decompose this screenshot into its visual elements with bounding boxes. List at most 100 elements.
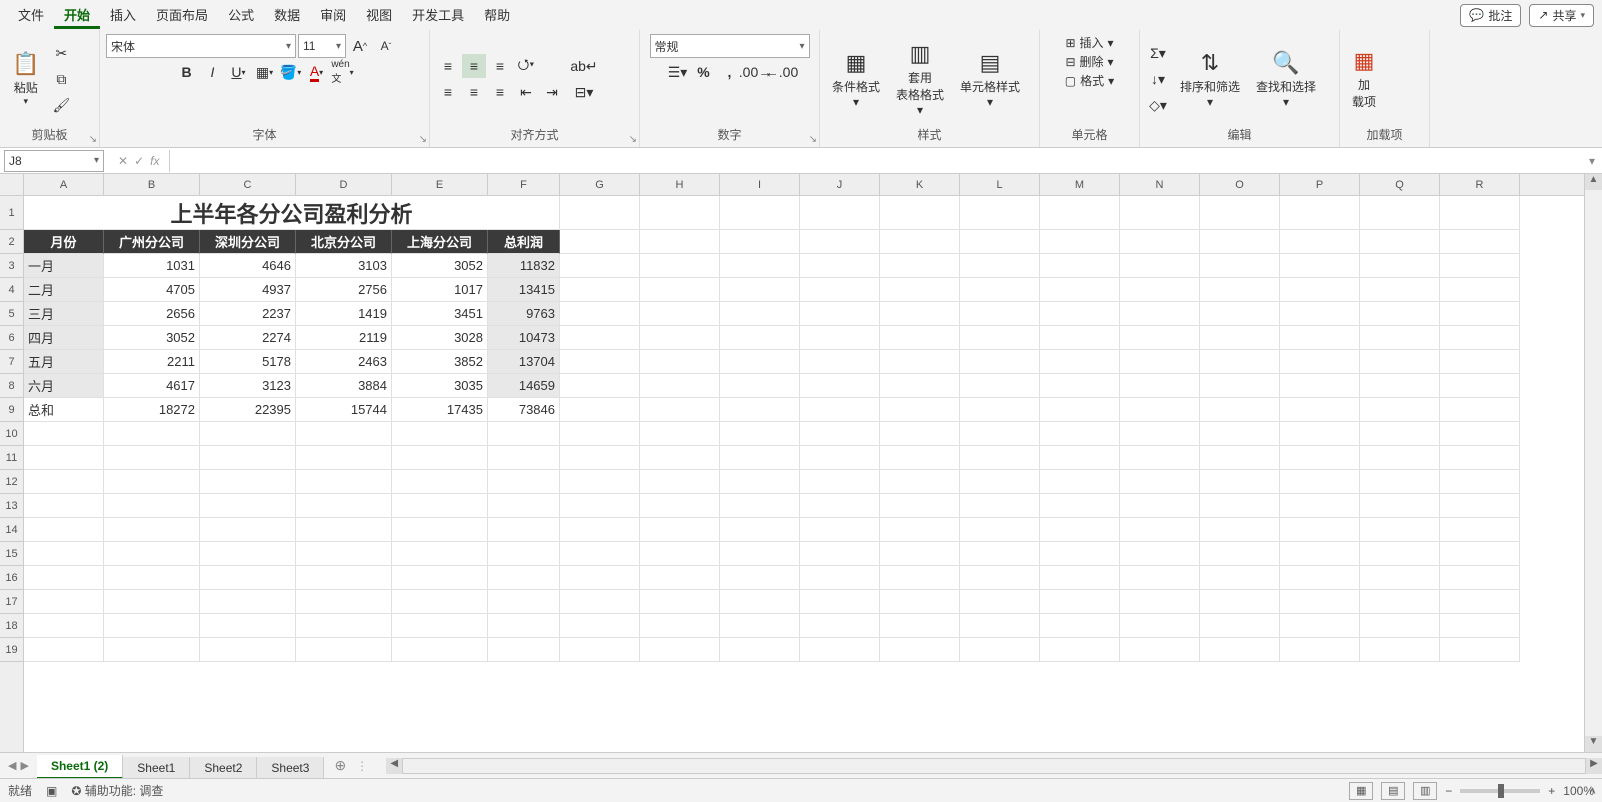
cell[interactable] xyxy=(640,350,720,374)
cell[interactable] xyxy=(560,614,640,638)
cell[interactable] xyxy=(640,470,720,494)
cell[interactable] xyxy=(1120,374,1200,398)
cell[interactable] xyxy=(24,446,104,470)
cell[interactable] xyxy=(1120,518,1200,542)
cell[interactable] xyxy=(720,518,800,542)
menu-数据[interactable]: 数据 xyxy=(264,1,310,29)
cell[interactable] xyxy=(880,196,960,230)
cell[interactable] xyxy=(880,566,960,590)
cell[interactable] xyxy=(392,422,488,446)
scroll-down-icon[interactable]: ▼ xyxy=(1585,736,1602,752)
merge-button[interactable]: ⊟▾ xyxy=(568,80,600,104)
menu-公式[interactable]: 公式 xyxy=(218,1,264,29)
cell[interactable] xyxy=(560,302,640,326)
row-header-13[interactable]: 13 xyxy=(0,494,23,518)
month-cell[interactable]: 总和 xyxy=(24,398,104,422)
cell[interactable] xyxy=(720,350,800,374)
cell[interactable] xyxy=(560,542,640,566)
cell[interactable] xyxy=(296,614,392,638)
cell[interactable] xyxy=(104,590,200,614)
menu-页面布局[interactable]: 页面布局 xyxy=(146,1,218,29)
cell[interactable] xyxy=(1280,494,1360,518)
cell[interactable] xyxy=(560,374,640,398)
cell[interactable] xyxy=(560,590,640,614)
sheet-tab[interactable]: Sheet3 xyxy=(257,757,324,779)
cell[interactable] xyxy=(960,254,1040,278)
row-header-6[interactable]: 6 xyxy=(0,326,23,350)
zoom-in-button[interactable]: + xyxy=(1548,784,1555,798)
cell[interactable] xyxy=(800,422,880,446)
cell[interactable] xyxy=(640,196,720,230)
cell[interactable] xyxy=(488,590,560,614)
cell[interactable] xyxy=(1040,196,1120,230)
cell[interactable] xyxy=(24,590,104,614)
cell[interactable] xyxy=(720,302,800,326)
cell[interactable] xyxy=(560,254,640,278)
cell[interactable] xyxy=(1200,542,1280,566)
cell[interactable] xyxy=(1360,398,1440,422)
menu-文件[interactable]: 文件 xyxy=(8,1,54,29)
cell[interactable] xyxy=(296,518,392,542)
cell[interactable] xyxy=(720,326,800,350)
increase-font-button[interactable]: A^ xyxy=(348,34,372,58)
cell[interactable] xyxy=(880,374,960,398)
data-cell[interactable]: 3123 xyxy=(200,374,296,398)
cell[interactable] xyxy=(1280,638,1360,662)
wrap-text-button[interactable]: ab↵ xyxy=(568,54,600,78)
col-header-Q[interactable]: Q xyxy=(1360,174,1440,195)
cell[interactable] xyxy=(1120,638,1200,662)
month-cell[interactable]: 六月 xyxy=(24,374,104,398)
cell[interactable] xyxy=(1040,326,1120,350)
cell[interactable] xyxy=(392,446,488,470)
cell[interactable] xyxy=(200,422,296,446)
normal-view-button[interactable]: ▦ xyxy=(1349,782,1373,800)
cell[interactable] xyxy=(1440,590,1520,614)
table-header[interactable]: 月份 xyxy=(24,230,104,254)
data-cell[interactable]: 2211 xyxy=(104,350,200,374)
data-cell[interactable]: 10473 xyxy=(488,326,560,350)
col-header-N[interactable]: N xyxy=(1120,174,1200,195)
cell[interactable] xyxy=(800,446,880,470)
cell[interactable] xyxy=(1440,302,1520,326)
data-cell[interactable]: 3852 xyxy=(392,350,488,374)
data-cell[interactable]: 5178 xyxy=(200,350,296,374)
cell[interactable] xyxy=(640,278,720,302)
cell[interactable] xyxy=(1360,590,1440,614)
cell[interactable] xyxy=(1360,566,1440,590)
cell[interactable] xyxy=(1120,326,1200,350)
col-header-E[interactable]: E xyxy=(392,174,488,195)
cell[interactable] xyxy=(560,422,640,446)
row-header-16[interactable]: 16 xyxy=(0,566,23,590)
cell[interactable] xyxy=(1200,518,1280,542)
cell[interactable] xyxy=(960,494,1040,518)
row-header-19[interactable]: 19 xyxy=(0,638,23,662)
cell[interactable] xyxy=(640,638,720,662)
collapse-ribbon-icon[interactable]: ˄ xyxy=(1589,784,1596,798)
cell[interactable] xyxy=(1200,638,1280,662)
cell[interactable] xyxy=(1360,470,1440,494)
col-header-B[interactable]: B xyxy=(104,174,200,195)
data-cell[interactable]: 2274 xyxy=(200,326,296,350)
cell[interactable] xyxy=(960,230,1040,254)
data-cell[interactable]: 14659 xyxy=(488,374,560,398)
cell[interactable] xyxy=(800,542,880,566)
dialog-launcher-icon[interactable]: ↘ xyxy=(89,134,97,145)
cell[interactable] xyxy=(880,494,960,518)
border-button[interactable]: ▦▾ xyxy=(253,60,277,84)
col-header-A[interactable]: A xyxy=(24,174,104,195)
cell[interactable] xyxy=(560,638,640,662)
cell[interactable] xyxy=(296,494,392,518)
cell[interactable] xyxy=(1200,350,1280,374)
cell[interactable] xyxy=(1280,350,1360,374)
menu-开发工具[interactable]: 开发工具 xyxy=(402,1,474,29)
cell[interactable] xyxy=(800,326,880,350)
cell[interactable] xyxy=(1440,470,1520,494)
cell[interactable] xyxy=(960,350,1040,374)
add-sheet-button[interactable]: ⊕ xyxy=(324,753,356,778)
cell-styles-button[interactable]: ▤单元格样式▾ xyxy=(954,44,1026,114)
format-painter-button[interactable]: 🖌 xyxy=(49,93,73,117)
data-cell[interactable]: 1419 xyxy=(296,302,392,326)
cell[interactable] xyxy=(1360,614,1440,638)
row-header-18[interactable]: 18 xyxy=(0,614,23,638)
cell[interactable] xyxy=(1040,398,1120,422)
